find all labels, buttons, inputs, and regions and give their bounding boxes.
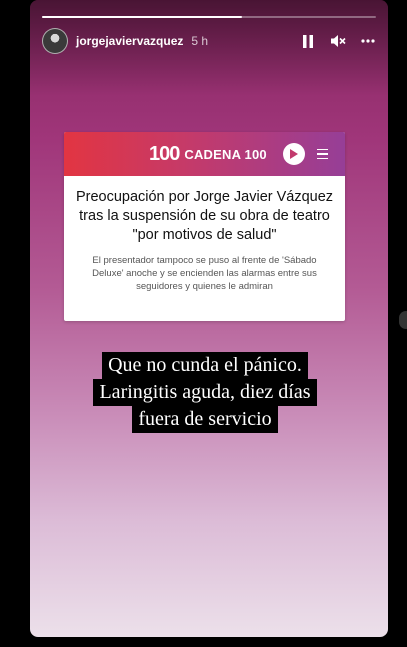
avatar[interactable]	[42, 28, 68, 54]
more-icon[interactable]	[360, 33, 376, 49]
caption-line: fuera de servicio	[132, 406, 278, 433]
shared-article-card[interactable]: 100 CADENA 100 Preocupación por Jorge Ja…	[64, 132, 345, 321]
logo-mark: 100	[149, 142, 180, 165]
cadena100-logo: 100 CADENA 100	[149, 143, 267, 166]
story-progress-fill	[42, 16, 243, 18]
mute-icon[interactable]	[330, 33, 346, 49]
story-caption: Que no cunda el pánico. Laringitis aguda…	[70, 352, 340, 433]
cadena100-header: 100 CADENA 100	[64, 132, 345, 176]
story-controls	[300, 33, 376, 49]
story-viewer[interactable]: jorgejaviervazquez 5 h 100 CADENA 100 Pr…	[30, 0, 388, 637]
article-title: Preocupación por Jorge Javier Vázquez tr…	[75, 189, 334, 243]
post-time: 5 h	[191, 34, 209, 48]
next-story-handle[interactable]	[399, 311, 407, 329]
story-progress-bar	[42, 16, 376, 18]
story-header: jorgejaviervazquez 5 h	[42, 28, 376, 54]
username[interactable]: jorgejaviervazquez	[76, 34, 183, 48]
article-subtitle: El presentador tampoco se puso al frente…	[92, 255, 317, 292]
play-icon[interactable]	[282, 143, 305, 165]
caption-line: Que no cunda el pánico.	[102, 352, 308, 379]
hamburger-menu-icon[interactable]	[316, 148, 328, 160]
pause-icon[interactable]	[300, 33, 316, 49]
caption-line: Laringitis aguda, diez días	[93, 379, 317, 406]
logo-text: CADENA 100	[184, 146, 267, 162]
